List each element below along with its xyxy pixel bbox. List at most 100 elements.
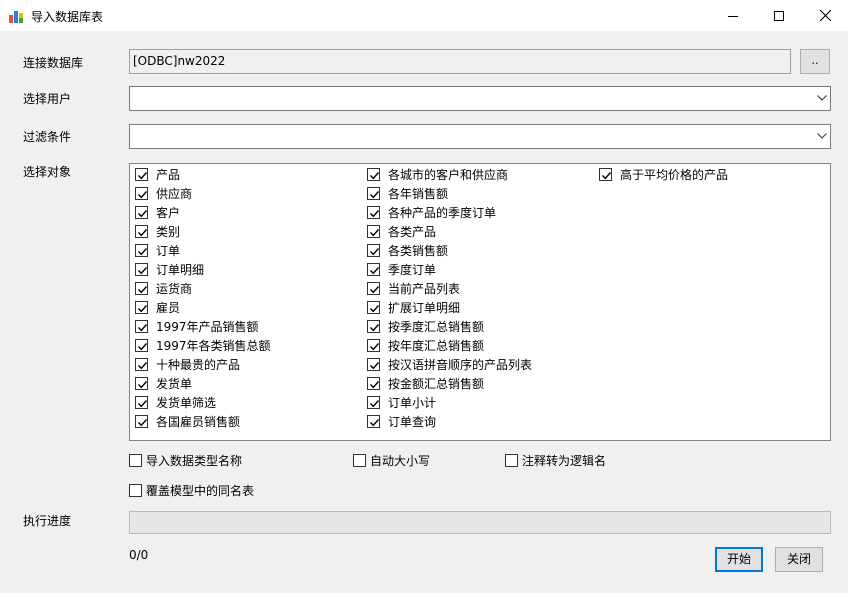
checkmark-icon: [138, 172, 148, 180]
object-item[interactable]: 按汉语拼音顺序的产品列表: [367, 355, 532, 374]
object-item[interactable]: 客户: [135, 203, 180, 222]
checkmark-icon: [138, 286, 148, 294]
object-label: 订单明细: [156, 263, 205, 277]
maximize-icon: [774, 10, 784, 21]
object-item[interactable]: 十种最贵的产品: [135, 355, 240, 374]
checkbox[interactable]: [367, 301, 380, 314]
checkbox[interactable]: [367, 415, 380, 428]
object-label: 各国雇员销售额: [156, 415, 241, 429]
checkbox[interactable]: [135, 320, 148, 333]
checkbox[interactable]: [135, 187, 148, 200]
object-item[interactable]: 订单小计: [367, 393, 436, 412]
object-item[interactable]: 发货单: [135, 374, 192, 393]
checkbox[interactable]: [367, 244, 380, 257]
object-label: 十种最贵的产品: [156, 358, 241, 372]
object-label: 按季度汇总销售额: [388, 320, 485, 334]
object-item[interactable]: 按年度汇总销售额: [367, 336, 484, 355]
object-item[interactable]: 各国雇员销售额: [135, 412, 240, 431]
checkmark-icon: [370, 381, 380, 389]
checkbox[interactable]: [135, 206, 148, 219]
checkbox[interactable]: [367, 206, 380, 219]
connection-value: [ODBC]nw2022: [133, 54, 226, 68]
object-item[interactable]: 扩展订单明细: [367, 298, 460, 317]
object-item[interactable]: 供应商: [135, 184, 192, 203]
checkbox[interactable]: [135, 282, 148, 295]
browse-button[interactable]: ..: [800, 49, 830, 74]
object-item[interactable]: 订单: [135, 241, 180, 260]
checkbox[interactable]: [505, 453, 518, 467]
checkbox[interactable]: [135, 358, 148, 371]
user-select[interactable]: [129, 86, 831, 111]
object-item[interactable]: 按季度汇总销售额: [367, 317, 484, 336]
filter-label: 过滤条件: [23, 130, 72, 144]
close-window-button[interactable]: [802, 0, 848, 31]
object-item[interactable]: 订单查询: [367, 412, 436, 431]
checkbox[interactable]: [135, 339, 148, 352]
checkbox[interactable]: [367, 339, 380, 352]
object-item[interactable]: 发货单筛选: [135, 393, 216, 412]
checkbox[interactable]: [135, 263, 148, 276]
checkbox[interactable]: [135, 225, 148, 238]
connection-field: [ODBC]nw2022: [129, 49, 791, 74]
checkbox[interactable]: [135, 396, 148, 409]
checkmark-icon: [138, 305, 148, 313]
checkmark-icon: [370, 400, 380, 408]
object-item[interactable]: 各城市的客户和供应商: [367, 165, 508, 184]
checkbox[interactable]: [367, 396, 380, 409]
checkmark-icon: [370, 324, 380, 332]
object-label: 按汉语拼音顺序的产品列表: [388, 358, 533, 372]
checkmark-icon: [138, 419, 148, 427]
checkmark-icon: [370, 343, 380, 351]
checkbox[interactable]: [367, 263, 380, 276]
option-auto-case[interactable]: 自动大小写: [353, 452, 430, 468]
checkbox[interactable]: [367, 358, 380, 371]
checkbox[interactable]: [353, 453, 366, 467]
checkbox[interactable]: [367, 187, 380, 200]
object-item[interactable]: 各类销售额: [367, 241, 448, 260]
object-item[interactable]: 各种产品的季度订单: [367, 203, 496, 222]
checkbox[interactable]: [135, 301, 148, 314]
object-item[interactable]: 产品: [135, 165, 180, 184]
option-overwrite-same-name[interactable]: 覆盖模型中的同名表: [129, 482, 254, 498]
object-item[interactable]: 高于平均价格的产品: [599, 165, 728, 184]
object-item[interactable]: 类别: [135, 222, 180, 241]
option-label: 导入数据类型名称: [146, 453, 243, 468]
object-item[interactable]: 1997年各类销售总额: [135, 336, 271, 355]
minimize-button[interactable]: [710, 0, 756, 31]
checkbox[interactable]: [135, 415, 148, 428]
checkbox[interactable]: [367, 168, 380, 181]
checkbox[interactable]: [129, 453, 142, 467]
checkbox[interactable]: [367, 320, 380, 333]
checkbox[interactable]: [367, 282, 380, 295]
object-label: 各城市的客户和供应商: [388, 168, 509, 182]
object-label: 运货商: [156, 282, 193, 296]
option-label: 自动大小写: [370, 453, 431, 468]
object-item[interactable]: 运货商: [135, 279, 192, 298]
checkbox[interactable]: [599, 168, 612, 181]
object-label: 扩展订单明细: [388, 301, 461, 315]
object-item[interactable]: 订单明细: [135, 260, 204, 279]
close-button[interactable]: 关闭: [775, 547, 823, 572]
checkbox[interactable]: [135, 168, 148, 181]
checkbox[interactable]: [129, 483, 142, 497]
object-item[interactable]: 按金额汇总销售额: [367, 374, 484, 393]
checkbox[interactable]: [135, 377, 148, 390]
object-item[interactable]: 当前产品列表: [367, 279, 460, 298]
filter-select[interactable]: [129, 124, 831, 149]
checkbox[interactable]: [135, 244, 148, 257]
checkmark-icon: [138, 400, 148, 408]
option-comment-to-logical[interactable]: 注释转为逻辑名: [505, 452, 606, 468]
object-item[interactable]: 季度订单: [367, 260, 436, 279]
checkbox[interactable]: [367, 377, 380, 390]
start-button[interactable]: 开始: [715, 547, 763, 572]
object-item[interactable]: 各年销售额: [367, 184, 448, 203]
objects-checklist[interactable]: 产品 供应商 客户 类别 订单订单明细运货商雇员 1997年产品销售额 1997年各类销售总…: [129, 163, 831, 441]
checkbox[interactable]: [367, 225, 380, 238]
object-item[interactable]: 各类产品: [367, 222, 436, 241]
maximize-button[interactable]: [756, 0, 802, 31]
object-label: 季度订单: [388, 263, 437, 277]
object-label: 发货单筛选: [156, 396, 217, 410]
option-import-type-names[interactable]: 导入数据类型名称: [129, 452, 242, 468]
object-item[interactable]: 1997年产品销售额: [135, 317, 259, 336]
object-item[interactable]: 雇员: [135, 298, 180, 317]
